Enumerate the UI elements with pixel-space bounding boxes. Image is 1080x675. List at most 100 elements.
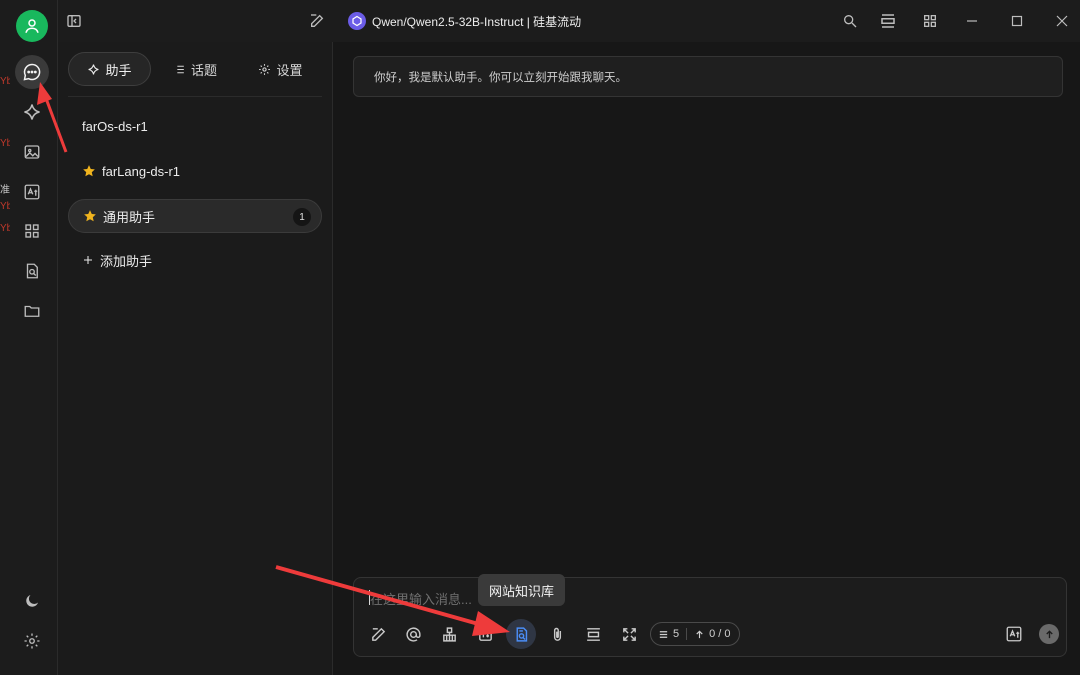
star-icon: [83, 165, 95, 177]
assistant-panel: 助手 话题 设置 farOs-ds-r1 farLang-ds-r1 通用助手 …: [58, 42, 333, 675]
assistant-name: 通用助手: [103, 209, 156, 225]
at-icon: [405, 626, 421, 642]
broom-icon: [442, 626, 456, 642]
tab-settings[interactable]: 设置: [239, 52, 322, 86]
clear-context-button[interactable]: [580, 621, 606, 647]
assistant-name: farOs-ds-r1: [82, 118, 148, 134]
section-icon: [586, 627, 600, 641]
mention-model-button[interactable]: [400, 621, 426, 647]
translate-icon: [24, 184, 40, 200]
model-title: Qwen/Qwen2.5-32B-Instruct | 硅基流动: [372, 14, 582, 29]
lines-icon: [659, 630, 668, 638]
welcome-message: 你好，我是默认助手。你可以立刻开始跟我聊天。: [353, 56, 1063, 97]
send-button[interactable]: [1039, 624, 1059, 644]
expand-input-button[interactable]: [616, 621, 642, 647]
context-indicator[interactable]: 5 0 / 0: [650, 622, 740, 646]
assistant-item[interactable]: farOs-ds-r1: [68, 109, 322, 143]
sidebar-icon: [67, 15, 81, 27]
welcome-text: 你好，我是默认助手。你可以立刻开始跟我聊天。: [374, 71, 627, 84]
token-count-value: 0 / 0: [709, 628, 731, 640]
tooltip: 网站知识库: [478, 574, 565, 606]
list-icon: [175, 65, 184, 73]
edge-fragment: Yb: [0, 201, 10, 212]
split-view-icon: [881, 14, 895, 28]
translate-nav-button[interactable]: [15, 175, 49, 209]
tooltip-text: 网站知识库: [488, 583, 554, 599]
new-topic-button[interactable]: [365, 621, 391, 647]
assistant-item[interactable]: farLang-ds-r1: [68, 154, 322, 188]
gear-icon: [259, 63, 271, 75]
quick-phrases-button[interactable]: [436, 621, 462, 647]
edge-fragment: 准: [0, 185, 10, 195]
topic-count-badge: 1: [293, 208, 311, 226]
model-logo-icon: [348, 12, 366, 30]
expand-icon: [622, 627, 636, 641]
translate-input-button[interactable]: [1001, 621, 1027, 647]
edge-fragment: Yb: [0, 76, 10, 87]
apps-nav-button[interactable]: [15, 214, 49, 248]
sparkle-icon: [24, 104, 40, 120]
grid-icon: [924, 14, 936, 27]
sparkle-icon: [88, 63, 99, 75]
model-selector[interactable]: Qwen/Qwen2.5-32B-Instruct | 硅基流动: [348, 11, 581, 31]
assistant-item-active[interactable]: 通用助手 1: [68, 199, 322, 233]
new-chat-button[interactable]: [305, 9, 329, 33]
message-input[interactable]: 在这里输入消息...: [370, 589, 472, 608]
left-rail: Yb Yb 准 Yb Yb: [0, 0, 58, 675]
search-button[interactable]: [838, 9, 862, 33]
arrow-up-icon: [1045, 629, 1053, 638]
tab-assistants[interactable]: 助手: [68, 52, 151, 86]
panel-tabs: 助手 话题 设置: [68, 52, 322, 86]
maximize-icon: [1011, 15, 1023, 27]
layout-button[interactable]: [918, 9, 942, 33]
knowledge-nav-button[interactable]: [15, 254, 49, 288]
gear-icon: [24, 633, 40, 649]
assistant-name: farLang-ds-r1: [102, 163, 181, 179]
theme-toggle-button[interactable]: [15, 584, 49, 618]
image-nav-button[interactable]: [15, 135, 49, 169]
translate-icon: [1006, 626, 1022, 642]
image-icon: [24, 145, 40, 159]
edit-icon: [311, 14, 324, 27]
user-avatar[interactable]: [16, 10, 48, 42]
edge-fragment: Yb: [0, 138, 10, 149]
edit-icon: [371, 627, 385, 641]
message-composer: 在这里输入消息... 5 0 / 0: [353, 577, 1067, 657]
document-search-icon: [516, 626, 527, 642]
add-assistant-label: 添加助手: [100, 253, 153, 269]
token-count: 0 / 0: [687, 628, 737, 640]
search-icon: [844, 14, 857, 28]
minimize-icon: [967, 20, 977, 22]
tab-topics[interactable]: 话题: [151, 52, 239, 86]
settings-nav-button[interactable]: [15, 624, 49, 658]
minimize-button[interactable]: [960, 9, 984, 33]
attach-file-button[interactable]: [544, 621, 570, 647]
compact-view-button[interactable]: [876, 9, 900, 33]
plus-icon: [84, 256, 92, 264]
tab-label: 助手: [105, 62, 132, 78]
sidebar-toggle-button[interactable]: [62, 9, 86, 33]
divider: [68, 96, 322, 97]
maximize-button[interactable]: [1005, 9, 1029, 33]
moon-icon: [26, 595, 38, 607]
tab-label: 设置: [276, 62, 303, 78]
agents-nav-button[interactable]: [15, 95, 49, 129]
chat-area: 你好，我是默认助手。你可以立刻开始跟我聊天。 在这里输入消息... 5 0 / …: [333, 42, 1080, 675]
close-button[interactable]: [1050, 9, 1074, 33]
mcp-tools-button[interactable]: [472, 621, 498, 647]
paperclip-icon: [553, 627, 561, 641]
chat-nav-button[interactable]: [15, 55, 49, 89]
edge-fragment: Yb: [0, 223, 10, 234]
context-count-value: 5: [673, 628, 680, 640]
add-assistant-button[interactable]: 添加助手: [68, 243, 322, 277]
title-bar: Qwen/Qwen2.5-32B-Instruct | 硅基流动: [58, 0, 1080, 42]
folder-icon: [24, 305, 40, 317]
close-icon: [1056, 15, 1068, 27]
website-knowledge-button[interactable]: [506, 619, 536, 649]
tool-icon: [478, 627, 492, 641]
star-icon: [84, 210, 96, 222]
chat-bubble-icon: [23, 63, 41, 81]
arrow-up-icon: [696, 629, 703, 638]
tab-label: 话题: [190, 62, 217, 78]
files-nav-button[interactable]: [15, 294, 49, 328]
